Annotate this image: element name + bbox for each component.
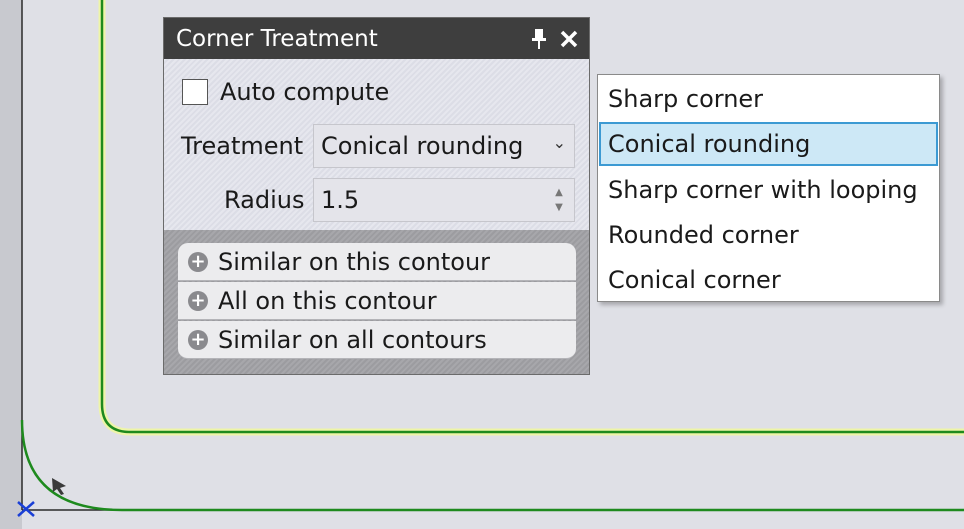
panel-actions: + Similar on this contour + All on this … [164, 230, 589, 374]
all-on-this-contour-button[interactable]: + All on this contour [178, 282, 576, 320]
plus-circle-icon: + [188, 290, 208, 311]
panel-title: Corner Treatment [176, 25, 378, 52]
treatment-label-row: Treatment [181, 132, 303, 160]
option-sharp-corner-with-looping[interactable]: Sharp corner with looping [599, 168, 938, 212]
option-sharp-corner[interactable]: Sharp corner [599, 77, 938, 121]
plus-circle-icon: + [188, 329, 208, 350]
corner-treatment-panel: Corner Treatment Auto compute Treatment … [163, 17, 590, 375]
panel-body: Auto compute Treatment Conical rounding … [164, 59, 589, 230]
radius-input[interactable]: 1.5 ▲ ▼ [313, 178, 575, 222]
auto-compute-label: Auto compute [220, 78, 390, 106]
similar-on-all-contours-button[interactable]: + Similar on all contours [178, 321, 576, 359]
radius-label: Radius [224, 186, 305, 214]
canvas-left-margin [0, 0, 22, 529]
action-label: All on this contour [218, 286, 437, 315]
close-icon[interactable] [555, 18, 583, 59]
panel-header[interactable]: Corner Treatment [164, 18, 589, 59]
action-label: Similar on all contours [218, 325, 487, 354]
chevron-down-icon: ⌄ [552, 133, 566, 152]
treatment-value: Conical rounding [321, 132, 524, 160]
auto-compute-row[interactable]: Auto compute [182, 78, 389, 106]
auto-compute-checkbox[interactable] [182, 79, 208, 105]
treatment-select[interactable]: Conical rounding ⌄ [313, 124, 575, 168]
radius-value: 1.5 [321, 186, 360, 214]
spin-up-icon[interactable]: ▲ [552, 188, 566, 198]
radius-label-row: Radius [224, 186, 304, 214]
pin-icon[interactable] [527, 18, 551, 59]
option-rounded-corner[interactable]: Rounded corner [599, 213, 938, 257]
option-conical-rounding[interactable]: Conical rounding [599, 122, 938, 166]
treatment-dropdown-list: Sharp corner Conical rounding Sharp corn… [597, 74, 940, 302]
treatment-label: Treatment [181, 132, 304, 160]
spin-down-icon[interactable]: ▼ [552, 203, 566, 213]
plus-circle-icon: + [188, 251, 208, 272]
action-label: Similar on this contour [218, 247, 491, 276]
similar-on-this-contour-button[interactable]: + Similar on this contour [178, 243, 576, 281]
option-conical-corner[interactable]: Conical corner [599, 258, 938, 302]
